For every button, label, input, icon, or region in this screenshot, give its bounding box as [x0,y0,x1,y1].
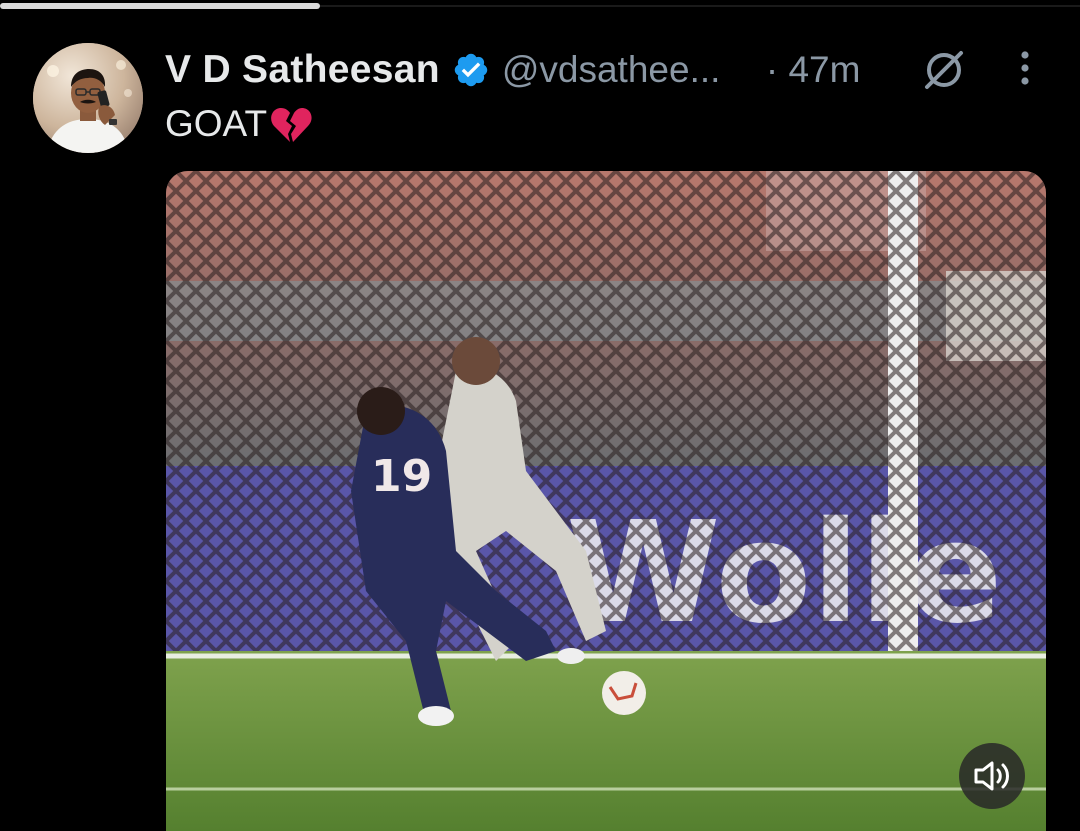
tweet-screen: V D Satheesan @vdsathee... · 47m GOAT 19 [0,0,1080,831]
avatar[interactable] [33,43,143,153]
sound-toggle-button[interactable] [959,743,1025,809]
verified-badge-icon [452,51,490,89]
tweet-video[interactable]: Wolle 19 [166,171,1046,831]
more-vertical-icon[interactable] [1008,48,1042,92]
tweet-header: V D Satheesan @vdsathee... · 47m [165,44,860,96]
tweet-text: GOAT [165,100,313,148]
svg-text:19: 19 [371,451,432,502]
avatar-image [33,43,143,153]
broken-heart-icon [269,102,313,146]
display-name[interactable]: V D Satheesan [165,48,440,92]
tweet-text-content: GOAT [165,103,268,144]
video-progress-bar [0,3,320,9]
grok-icon[interactable] [920,46,968,94]
timestamp[interactable]: · 47m [766,49,861,91]
video-frame: Wolle 19 [166,171,1046,831]
speaker-icon [974,761,1009,791]
video-progress-track [320,5,1080,7]
user-handle[interactable]: @vdsathee... [502,49,752,91]
